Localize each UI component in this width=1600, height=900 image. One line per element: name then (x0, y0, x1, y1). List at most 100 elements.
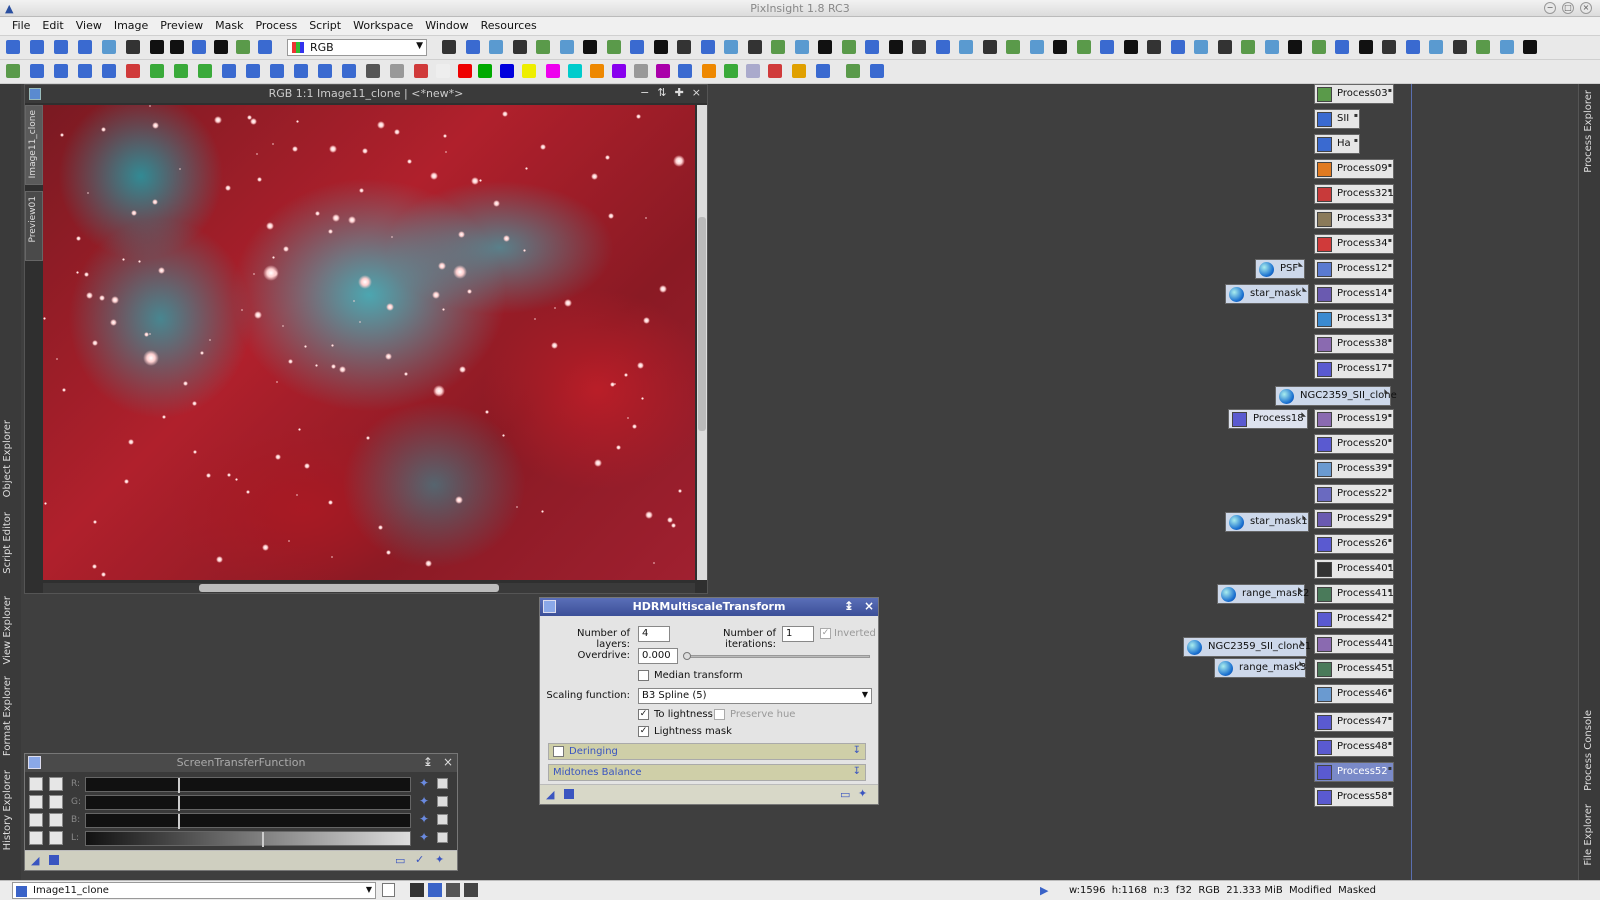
toolbar-icon[interactable] (1170, 40, 1185, 54)
toolbar-icon[interactable] (1100, 40, 1114, 54)
toolbar-icon[interactable] (1288, 40, 1302, 54)
toolbar-icon[interactable] (912, 40, 926, 54)
menu-process[interactable]: Process (251, 17, 305, 35)
stf-tool-icon[interactable] (49, 831, 63, 845)
toolbar-icon[interactable] (656, 64, 670, 78)
process-icon-process20[interactable]: Process20 ▪ (1314, 434, 1394, 454)
pin-icon[interactable]: ✚ (675, 86, 684, 99)
preferences-icon[interactable]: ✦ (435, 853, 444, 866)
process-icon-process13[interactable]: Process13 ▪ (1314, 309, 1394, 329)
process-icon-process09[interactable]: Process09 ▪ (1314, 159, 1394, 179)
display-mode-icon[interactable] (446, 883, 460, 897)
channel-select[interactable]: RGB ▼ (287, 39, 427, 56)
toolbar-icon[interactable] (442, 40, 456, 54)
toolbar-icon[interactable] (258, 40, 272, 54)
process-icon-process38[interactable]: Process38 ▪ (1314, 334, 1394, 354)
close-icon[interactable]: × (443, 755, 453, 769)
stf-option-icon[interactable] (437, 778, 448, 789)
toolbar-icon[interactable] (1194, 40, 1208, 54)
stf-histogram[interactable] (85, 831, 411, 847)
deringing-checkbox[interactable] (553, 746, 564, 757)
scaling-select[interactable]: B3 Spline (5) ▼ (638, 688, 872, 704)
display-mode-icon[interactable] (428, 883, 442, 897)
median-checkbox[interactable] (638, 670, 649, 681)
inverted-checkbox[interactable]: ✓ (820, 628, 831, 639)
midtones-section[interactable]: Midtones Balance ↧ (548, 764, 866, 781)
toolbar-icon[interactable] (612, 64, 626, 78)
image-window-titlebar[interactable]: RGB 1:1 Image11_clone | <*new*> − ⇅ ✚ × (25, 85, 707, 103)
process-icon-process48[interactable]: Process48 ▪ (1314, 737, 1394, 757)
process-icon-process58[interactable]: Process58 ▪ (1314, 787, 1394, 807)
stf-tool-icon[interactable] (29, 813, 43, 827)
toolbar-icon[interactable] (747, 40, 762, 54)
toolbar-icon[interactable] (78, 64, 92, 78)
overdrive-slider[interactable] (683, 652, 870, 660)
deringing-section[interactable]: Deringing ↧ (548, 743, 866, 760)
toolbar-icon[interactable] (935, 40, 950, 54)
stf-tool-icon[interactable] (49, 813, 63, 827)
toolbar-icon[interactable] (583, 40, 597, 54)
stf-tool-icon[interactable] (29, 795, 43, 809)
toolbar-icon[interactable] (500, 64, 514, 78)
process-icon-process52[interactable]: Process52 ▪ (1314, 762, 1394, 782)
stf-histogram[interactable] (85, 795, 411, 811)
minimize-icon[interactable]: − (1544, 2, 1556, 14)
stf-option-icon[interactable] (437, 832, 448, 843)
toolbar-icon[interactable] (1476, 40, 1490, 54)
stf-title-bar[interactable]: ScreenTransferFunction ↨ × (25, 754, 457, 772)
tab-process-explorer[interactable]: Process Explorer (1583, 90, 1594, 173)
scroll-thumb[interactable] (698, 217, 706, 431)
lightness-checkbox[interactable]: ✓ (638, 709, 649, 720)
play-icon[interactable]: ▶ (1040, 884, 1048, 897)
close-icon[interactable]: × (1580, 2, 1592, 14)
toolbar-icon[interactable] (126, 64, 140, 78)
toolbar-icon[interactable] (1382, 40, 1396, 54)
maximize-icon[interactable]: ⇅ (657, 86, 666, 99)
toolbar-icon[interactable] (6, 64, 20, 78)
preserve-hue-checkbox[interactable] (714, 709, 725, 720)
layers-spinbox[interactable]: 4 (638, 626, 670, 642)
toolbar-icon[interactable] (458, 64, 472, 78)
toolbar-icon[interactable] (1405, 40, 1420, 54)
toolbar-icon[interactable] (246, 64, 260, 78)
preferences-icon[interactable]: ✦ (858, 787, 867, 800)
stf-histogram[interactable] (85, 777, 411, 793)
stf-histogram[interactable] (85, 813, 411, 829)
toolbar-icon[interactable] (512, 40, 527, 54)
reset-icon[interactable]: ▭ (840, 788, 850, 801)
process-icon-process321[interactable]: Process321 ▪ (1314, 184, 1394, 204)
image-icon-process18[interactable]: Process18 ◣ (1228, 409, 1308, 429)
iterations-spinbox[interactable]: 1 (782, 626, 814, 642)
midtones-marker[interactable] (178, 796, 180, 811)
shade-icon[interactable]: ↨ (423, 755, 433, 769)
toolbar-icon[interactable] (816, 64, 830, 78)
toolbar-icon[interactable] (536, 40, 550, 54)
toolbar-icon[interactable] (102, 64, 116, 78)
tab-format-explorer[interactable]: Format Explorer (2, 676, 19, 756)
toolbar-icon[interactable] (702, 64, 716, 78)
midtones-marker[interactable] (178, 778, 180, 793)
toolbar-icon[interactable] (270, 64, 284, 78)
scroll-thumb[interactable] (199, 584, 499, 592)
toolbar-icon[interactable] (30, 64, 44, 78)
toolbar-icon[interactable] (1006, 40, 1020, 54)
toolbar-icon[interactable] (150, 64, 164, 78)
tab-history-explorer[interactable]: History Explorer (2, 770, 19, 850)
toolbar-icon[interactable] (606, 40, 621, 54)
process-icon-process22[interactable]: Process22 ▪ (1314, 484, 1394, 504)
image-icon-star_mask[interactable]: star_mask ◣ (1225, 284, 1309, 304)
toolbar-icon[interactable] (559, 40, 574, 54)
check-icon[interactable]: ✓ (415, 853, 424, 866)
auto-stretch-icon[interactable]: ✦ (419, 794, 429, 808)
toolbar-icon[interactable] (888, 40, 903, 54)
toolbar-icon[interactable] (792, 64, 806, 78)
toolbar-icon[interactable] (126, 40, 140, 54)
toolbar-icon[interactable] (746, 64, 760, 78)
toolbar-icon[interactable] (590, 64, 604, 78)
menu-file[interactable]: File (8, 17, 38, 35)
process-icon-sii[interactable]: SII ▪ (1314, 109, 1360, 129)
auto-stretch-icon[interactable]: ✦ (419, 776, 429, 790)
toolbar-icon[interactable] (198, 64, 212, 78)
toolbar-icon[interactable] (170, 40, 184, 54)
toolbar-icon[interactable] (1053, 40, 1067, 54)
